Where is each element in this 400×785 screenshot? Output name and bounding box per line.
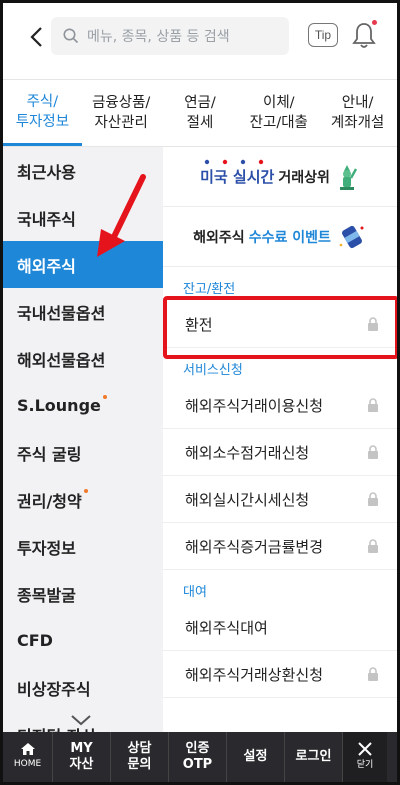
notification-button[interactable] — [350, 20, 378, 50]
statue-icon — [339, 164, 357, 190]
tab-guide[interactable]: 안내/ 계좌개설 — [318, 80, 397, 146]
menu-item-overseas-futures[interactable]: 해외선물옵션 — [3, 335, 163, 382]
lock-icon — [368, 492, 378, 506]
chevron-down-icon[interactable] — [69, 713, 93, 727]
search-placeholder: 메뉴, 종목, 상품 등 검색 — [87, 29, 230, 45]
bottom-bar: HOME MY 자산 상담 문의 인증 OTP 설정 로그인 닫기 — [3, 732, 397, 782]
menu-row-service-2[interactable]: 해외소수점거래신청 — [163, 429, 397, 476]
menu-item-recent[interactable]: 최근사용 — [3, 147, 163, 194]
submenu-panel: 미국 실시간 거래상위 해외주식 수수료 이벤트 잔고/환전 환전 서비스신청 … — [163, 147, 397, 737]
banner-suffix: 거래상위 — [278, 169, 330, 186]
menu-item-stock-discovery[interactable]: 종목발굴 — [3, 570, 163, 617]
section-title: 잔고/환전 — [183, 282, 236, 297]
left-menu: 최근사용 국내주식 해외주식 국내선물옵션 해외선물옵션 S.Lounge 주식… — [3, 147, 163, 737]
menu-item-slounge[interactable]: S.Lounge — [3, 382, 163, 429]
lock-icon — [368, 667, 378, 681]
menu-item-unlisted[interactable]: 비상장주식 — [3, 664, 163, 711]
close-menu-button[interactable]: 닫기 — [343, 732, 387, 782]
menu-item-investment-info[interactable]: 투자정보 — [3, 523, 163, 570]
my-assets-button[interactable]: MY 자산 — [53, 732, 111, 782]
stars-icon — [204, 159, 264, 165]
lock-icon — [368, 317, 378, 331]
home-icon — [20, 743, 35, 755]
lock-icon — [368, 445, 378, 459]
fee-event-banner[interactable]: 해외주식 수수료 이벤트 — [163, 207, 397, 267]
settings-button[interactable]: 설정 — [227, 732, 285, 782]
back-button[interactable] — [25, 26, 47, 48]
tab-transfer[interactable]: 이체/ 잔고/대출 — [239, 80, 318, 146]
menu-item-cfd[interactable]: CFD — [3, 617, 163, 664]
search-icon — [63, 28, 79, 44]
search-input[interactable]: 메뉴, 종목, 상품 등 검색 — [51, 17, 289, 55]
menu-row-exchange[interactable]: 환전 — [163, 301, 397, 348]
top-header: 메뉴, 종목, 상품 등 검색 Tip — [3, 3, 397, 71]
menu-row-service-1[interactable]: 해외주식거래이용신청 — [163, 382, 397, 429]
banner-highlight: 수수료 이벤트 — [248, 229, 331, 246]
new-dot — [102, 394, 107, 399]
tab-stock-investment[interactable]: 주식/ 투자정보 — [3, 80, 82, 146]
otp-button[interactable]: 인증 OTP — [169, 732, 227, 782]
new-dot — [83, 488, 88, 493]
can-icon — [339, 225, 364, 248]
close-icon — [358, 742, 372, 756]
tab-pension[interactable]: 연금/ 절세 — [161, 80, 240, 146]
menu-row-lending-2[interactable]: 해외주식거래상환신청 — [163, 651, 397, 698]
menu-row-service-4[interactable]: 해외주식증거금률변경 — [163, 523, 397, 570]
realtime-banner[interactable]: 미국 실시간 거래상위 — [163, 147, 397, 207]
tip-button[interactable]: Tip — [308, 23, 338, 47]
section-title: 서비스신청 — [183, 363, 243, 378]
menu-row-lending-1[interactable]: 해외주식대여 — [163, 604, 397, 651]
banner-prefix: 해외주식 — [193, 229, 245, 246]
menu-item-domestic-stock[interactable]: 국내주식 — [3, 194, 163, 241]
home-button[interactable]: HOME — [3, 732, 53, 782]
login-button[interactable]: 로그인 — [285, 732, 343, 782]
menu-item-overseas-stock[interactable]: 해외주식 — [3, 241, 163, 288]
app-frame: 메뉴, 종목, 상품 등 검색 Tip 주식/ 투자정보 금융상품/ 자산관리 … — [0, 0, 400, 785]
section-title: 대여 — [183, 585, 207, 600]
chevron-left-icon — [30, 27, 42, 47]
menu-item-domestic-futures[interactable]: 국내선물옵션 — [3, 288, 163, 335]
lock-icon — [368, 398, 378, 412]
lock-icon — [368, 539, 378, 553]
tab-financial-products[interactable]: 금융상품/ 자산관리 — [82, 80, 161, 146]
banner-highlight: 미국 실시간 — [200, 168, 275, 186]
menu-item-rights[interactable]: 권리/청약 — [3, 476, 163, 523]
consult-button[interactable]: 상담 문의 — [111, 732, 169, 782]
notification-dot — [372, 20, 377, 25]
menu-row-service-3[interactable]: 해외실시간시세신청 — [163, 476, 397, 523]
category-tabs: 주식/ 투자정보 금융상품/ 자산관리 연금/ 절세 이체/ 잔고/대출 안내/… — [3, 79, 397, 147]
menu-item-stock-gulling[interactable]: 주식 굴링 — [3, 429, 163, 476]
